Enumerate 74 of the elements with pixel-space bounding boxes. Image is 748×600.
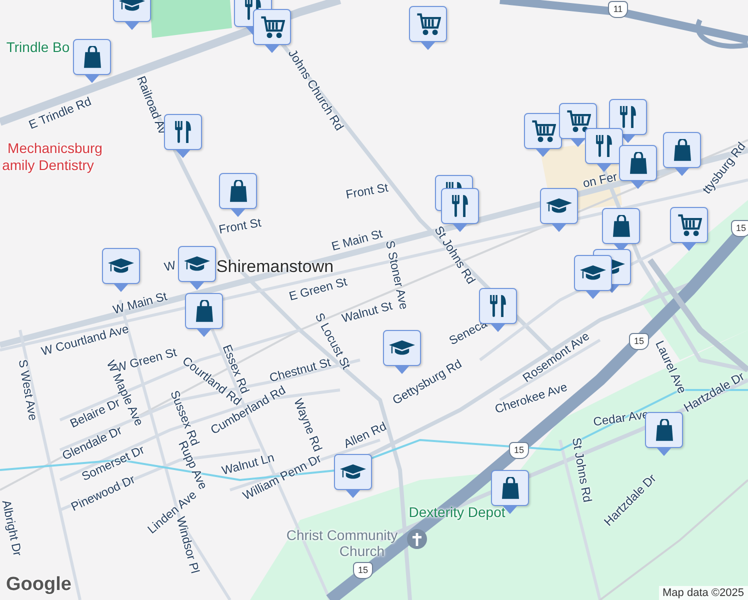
shopping-bag-icon (656, 419, 672, 441)
google-logo: Google (6, 574, 72, 596)
street-label: S West Ave (16, 358, 40, 422)
street-label: W (163, 258, 177, 274)
restaurant-marker[interactable] (585, 128, 623, 172)
shopping-bag-icon (674, 139, 690, 161)
street-label: Front St (218, 215, 262, 237)
shopping-cart-icon (416, 13, 440, 35)
grocery-marker[interactable] (524, 113, 562, 157)
grocery-marker[interactable] (409, 6, 447, 50)
shop-marker[interactable] (73, 39, 111, 83)
street-label: E Trindle Rd (26, 94, 94, 132)
shopping-bag-icon (612, 215, 630, 237)
street-label: Walnut Ln (220, 450, 276, 478)
fork-knife-icon (490, 295, 506, 317)
school-marker[interactable] (178, 246, 216, 290)
shopping-cart-icon (566, 110, 590, 132)
graduation-cap-icon (389, 340, 415, 356)
street-label: W Main St (111, 289, 169, 317)
place-label: Church (339, 544, 385, 558)
place-label: Dexterity Depot (408, 505, 506, 519)
route-shield: 15 (509, 442, 529, 459)
grocery-marker[interactable] (670, 207, 708, 251)
street-label: Wayne Rd (291, 396, 325, 454)
street-label: Albright Dr (0, 498, 25, 558)
school-marker[interactable] (574, 255, 612, 299)
shopping-bag-icon (230, 180, 246, 202)
place-label: Christ Community (286, 528, 398, 542)
graduation-cap-icon (340, 464, 366, 480)
fork-knife-icon (175, 121, 191, 143)
shopping-cart-icon (530, 120, 556, 142)
place-label: Trindle Bo (6, 40, 70, 54)
school-marker[interactable] (540, 188, 578, 232)
shopping-bag-icon (502, 477, 518, 499)
map-attribution: Map data ©2025 (658, 586, 748, 600)
fork-knife-icon (596, 135, 612, 157)
shopping-bag-icon (196, 300, 212, 322)
graduation-cap-icon (119, 0, 145, 12)
school-marker[interactable] (102, 248, 140, 292)
route-shield: 11 (608, 1, 628, 18)
shop-marker[interactable] (663, 132, 701, 176)
town-label: Shiremanstown (216, 257, 334, 277)
shop-marker[interactable] (185, 293, 223, 337)
school-marker[interactable] (334, 454, 372, 498)
shopping-cart-icon (260, 16, 284, 38)
fork-knife-icon (620, 106, 636, 128)
restaurant-marker[interactable] (609, 99, 647, 143)
graduation-cap-icon (108, 258, 134, 274)
graduation-cap-icon (546, 198, 572, 214)
street-label: Windsor Pl (174, 515, 202, 575)
graduation-cap-icon (184, 256, 210, 272)
fork-knife-icon (452, 195, 468, 217)
street-label: St Johns Rd (569, 436, 595, 504)
shopping-bag-icon (84, 46, 100, 68)
street-label: E Main St (330, 226, 384, 254)
grocery-marker[interactable] (559, 103, 597, 147)
street-label: on Fer (582, 170, 618, 190)
shopping-cart-icon (676, 214, 702, 236)
street-label: Chestnut St (268, 355, 332, 385)
shopping-bag-icon (630, 152, 646, 174)
route-shield: 15 (731, 220, 748, 237)
route-shield: 15 (353, 562, 373, 579)
street-label: Allen Rd (341, 419, 389, 451)
route-shield: 15 (629, 333, 649, 350)
business-label: amily Dentistry (2, 158, 94, 172)
shop-marker[interactable] (219, 173, 257, 217)
shop-marker[interactable] (602, 208, 640, 252)
street-label: Front St (344, 180, 390, 202)
restaurant-marker[interactable] (164, 114, 202, 158)
shop-marker[interactable] (619, 145, 657, 189)
graduation-cap-icon (580, 265, 606, 281)
business-label: Mechanicsburg (8, 141, 102, 155)
shop-marker[interactable] (645, 412, 683, 456)
cross-icon (406, 528, 428, 550)
